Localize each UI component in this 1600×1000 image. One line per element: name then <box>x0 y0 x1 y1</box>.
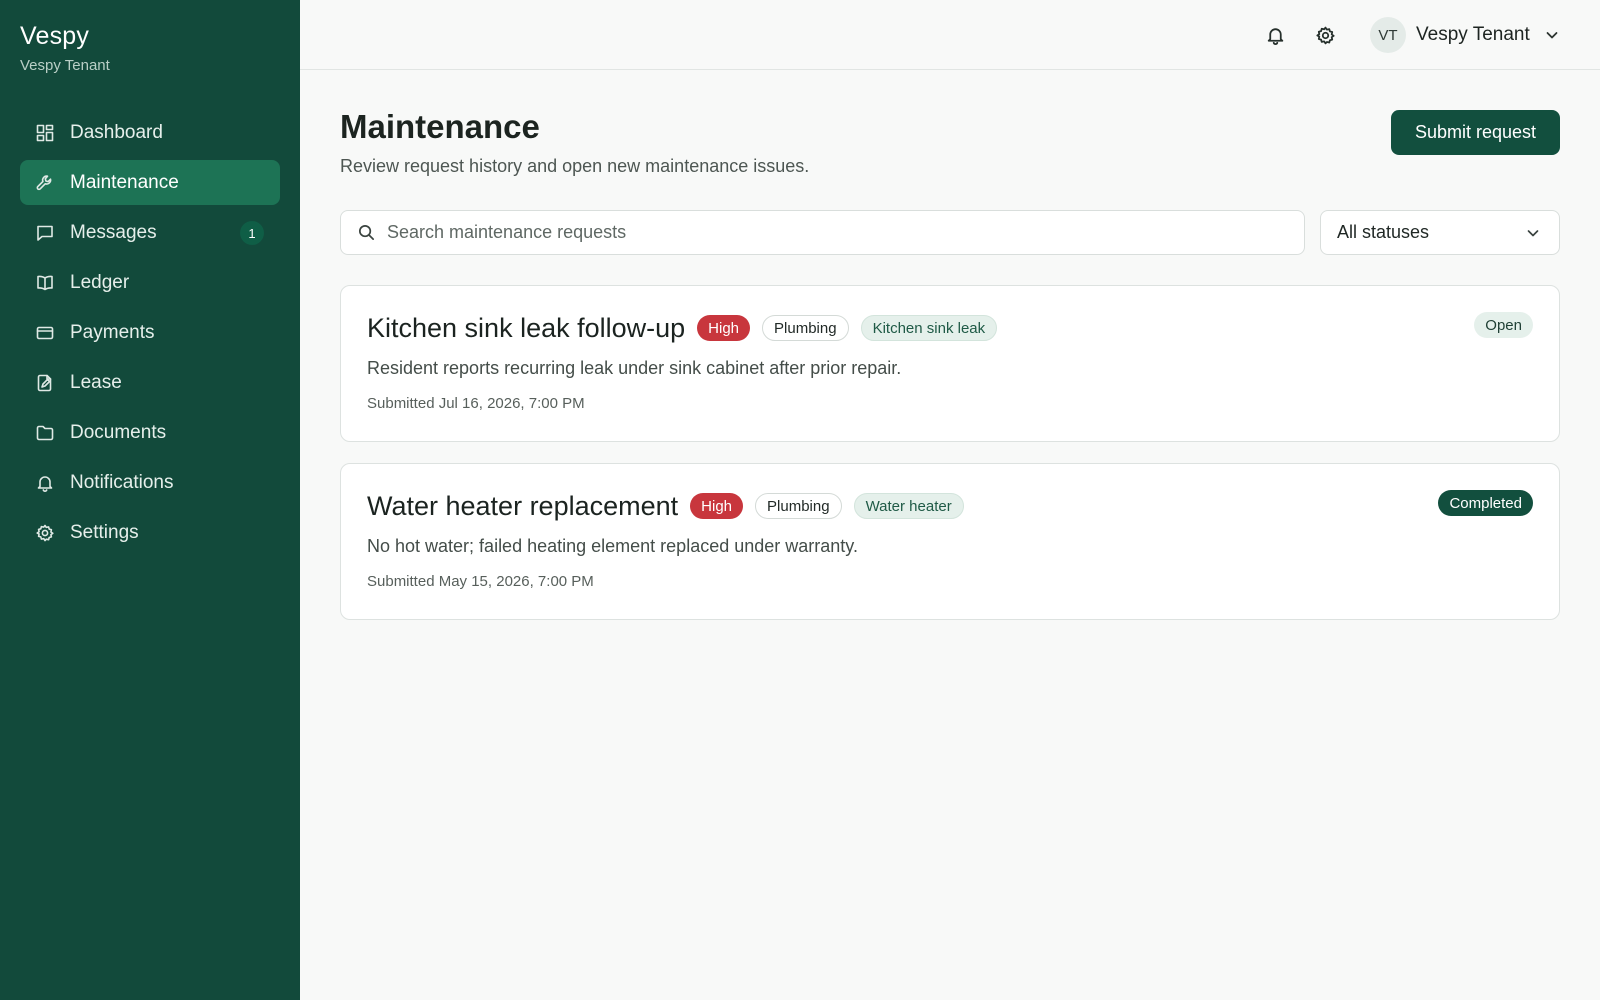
request-card[interactable]: Water heater replacement High Plumbing W… <box>340 463 1560 620</box>
sidebar-item-lease[interactable]: Lease <box>20 360 280 405</box>
sidebar-item-messages[interactable]: Messages 1 <box>20 210 280 255</box>
book-icon <box>34 272 56 294</box>
credit-card-icon <box>34 322 56 344</box>
priority-badge: High <box>697 315 751 341</box>
request-title: Kitchen sink leak follow-up <box>367 312 686 343</box>
brand-subtitle: Vespy Tenant <box>20 57 110 74</box>
request-description: Resident reports recurring leak under si… <box>367 358 902 378</box>
priority-badge: High <box>690 493 744 519</box>
sidebar-item-dashboard[interactable]: Dashboard <box>20 110 280 155</box>
page-subtitle: Review request history and open new main… <box>340 156 810 176</box>
card-title-row: Kitchen sink leak follow-up High Plumbin… <box>367 310 998 346</box>
user-name: Vespy Tenant <box>1416 24 1530 45</box>
search-icon <box>355 222 377 244</box>
search-box <box>340 210 1305 255</box>
sidebar-item-label: Ledger <box>70 271 130 293</box>
gear-icon[interactable] <box>1312 22 1338 48</box>
status-badge: Completed <box>1438 490 1533 516</box>
tag-badge: Kitchen sink leak <box>860 315 998 341</box>
sidebar-item-label: Dashboard <box>70 121 163 143</box>
category-badge: Plumbing <box>755 493 842 519</box>
chevron-down-icon <box>1544 27 1560 43</box>
unread-badge: 1 <box>240 221 264 245</box>
sidebar-item-maintenance[interactable]: Maintenance <box>20 160 280 205</box>
category-badge: Plumbing <box>762 315 849 341</box>
search-input[interactable] <box>387 222 1267 243</box>
request-submitted-date: Submitted Jul 16, 2026, 7:00 PM <box>367 395 585 412</box>
status-filter-value: All statuses <box>1337 222 1430 242</box>
bell-icon <box>34 472 56 494</box>
status-badge: Open <box>1474 312 1533 338</box>
sidebar-item-payments[interactable]: Payments <box>20 310 280 355</box>
brand: Vespy Vespy Tenant <box>20 22 110 74</box>
gear-icon <box>34 522 56 544</box>
sidebar-item-notifications[interactable]: Notifications <box>20 460 280 505</box>
brand-name[interactable]: Vespy <box>20 22 110 51</box>
topbar: VT Vespy Tenant <box>300 0 1600 70</box>
request-description: No hot water; failed heating element rep… <box>367 536 858 556</box>
sidebar-item-label: Settings <box>70 521 139 543</box>
document-edit-icon <box>34 372 56 394</box>
sidebar-item-label: Messages <box>70 221 157 243</box>
submit-request-button[interactable]: Submit request <box>1391 110 1560 155</box>
bell-icon[interactable] <box>1262 22 1288 48</box>
sidebar-item-label: Notifications <box>70 471 174 493</box>
tag-badge: Water heater <box>853 493 964 519</box>
sidebar-nav: Dashboard Maintenance Messages 1 Ledger <box>20 110 280 560</box>
sidebar-item-label: Lease <box>70 371 122 393</box>
folder-icon <box>34 422 56 444</box>
sidebar-item-documents[interactable]: Documents <box>20 410 280 455</box>
sidebar: Vespy Vespy Tenant Dashboard Maintenance… <box>0 0 300 1000</box>
sidebar-item-label: Documents <box>70 421 167 443</box>
wrench-icon <box>34 172 56 194</box>
sidebar-item-settings[interactable]: Settings <box>20 510 280 555</box>
avatar: VT <box>1370 17 1406 53</box>
sidebar-item-ledger[interactable]: Ledger <box>20 260 280 305</box>
status-filter-select[interactable]: All statuses <box>1320 210 1560 255</box>
card-title-row: Water heater replacement High Plumbing W… <box>367 488 964 524</box>
request-card[interactable]: Kitchen sink leak follow-up High Plumbin… <box>340 285 1560 442</box>
dashboard-icon <box>34 122 56 144</box>
sidebar-item-label: Payments <box>70 321 155 343</box>
user-menu[interactable]: VT Vespy Tenant <box>1370 17 1560 53</box>
request-title: Water heater replacement <box>367 490 679 521</box>
chevron-down-icon <box>1525 225 1541 241</box>
message-icon <box>34 222 56 244</box>
request-submitted-date: Submitted May 15, 2026, 7:00 PM <box>367 573 594 590</box>
page-title: Maintenance <box>340 108 540 145</box>
sidebar-item-label: Maintenance <box>70 171 179 193</box>
